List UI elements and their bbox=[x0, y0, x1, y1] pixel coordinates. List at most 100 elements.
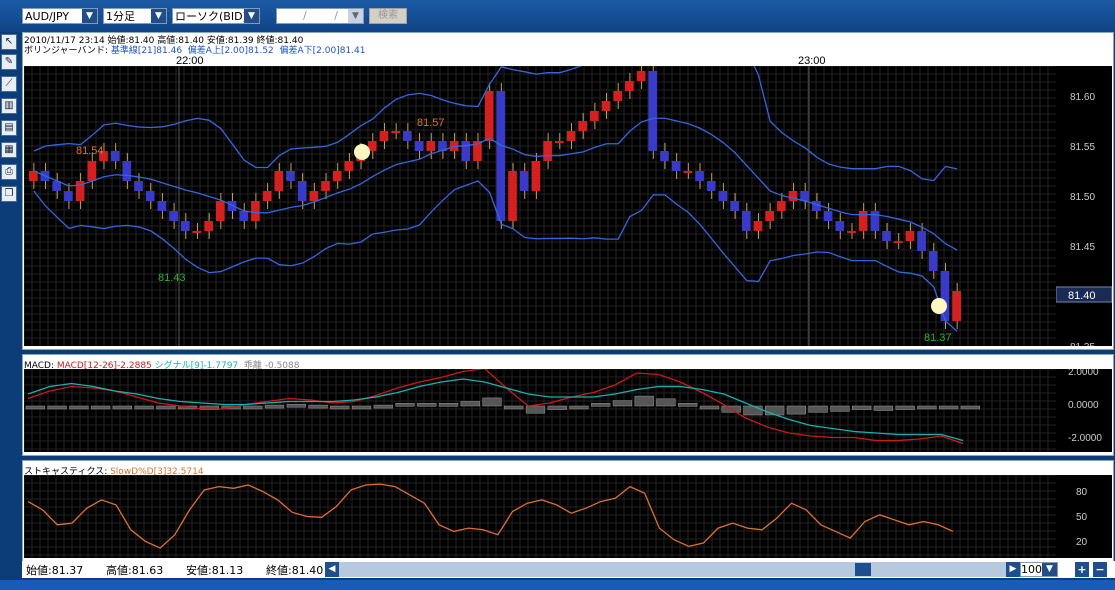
macd-histogram-bar bbox=[656, 398, 676, 407]
candle bbox=[952, 291, 961, 321]
candle bbox=[741, 211, 751, 231]
macd-histogram-bar bbox=[69, 405, 89, 410]
candle bbox=[87, 161, 97, 181]
candle bbox=[403, 131, 412, 141]
candle bbox=[496, 91, 506, 221]
currency-pair-select[interactable]: AUD/JPY ▼ bbox=[22, 8, 98, 24]
currency-pair-value: AUD/JPY bbox=[25, 10, 70, 23]
macd-histogram-bar bbox=[808, 405, 828, 413]
macd-histogram-bar bbox=[308, 404, 328, 409]
candle bbox=[216, 201, 225, 221]
candle bbox=[590, 111, 599, 121]
macd-axis: 2.0000 0.0000 -2.0000 bbox=[1056, 367, 1112, 452]
horizontal-scrollbar[interactable]: ◀ ▶ bbox=[325, 562, 1020, 577]
macd-histogram-bar bbox=[699, 405, 720, 410]
price-tick: 81.35 bbox=[1070, 342, 1095, 346]
zoom-out-icon[interactable]: − bbox=[1093, 562, 1107, 577]
candle bbox=[917, 231, 926, 251]
candle bbox=[332, 171, 342, 181]
scroll-thumb[interactable] bbox=[855, 563, 871, 576]
bollinger-lower: 偏差A下[2.00]81.41 bbox=[279, 46, 366, 56]
macd-histogram-bar bbox=[460, 401, 480, 407]
chevron-down-icon[interactable]: ▼ bbox=[82, 9, 97, 23]
macd-plot[interactable] bbox=[23, 367, 1056, 452]
macd-histogram-bar bbox=[852, 405, 872, 410]
stochastic-line bbox=[27, 483, 954, 549]
scroll-right-icon[interactable]: ▶ bbox=[1006, 562, 1020, 577]
scroll-left-icon[interactable]: ◀ bbox=[325, 562, 339, 577]
price-annotation: 81.54 bbox=[76, 145, 104, 157]
chevron-down-icon[interactable]: ▼ bbox=[151, 9, 166, 23]
macd-histogram-bar bbox=[90, 405, 111, 410]
macd-histogram-bar bbox=[482, 397, 502, 407]
search-button[interactable]: 検索 bbox=[369, 8, 407, 24]
toolbar: AUD/JPY ▼ 1分足 ▼ ローソク(BID) ▼ / / ▼ 検索 bbox=[0, 0, 1115, 32]
stochastic-tick: 50 bbox=[1076, 512, 1088, 523]
macd-histogram-bar bbox=[634, 395, 654, 407]
macd-histogram-bar bbox=[504, 405, 524, 410]
cursor-tool-icon[interactable]: ↖ bbox=[1, 34, 17, 50]
macd-tick: 0.0000 bbox=[1068, 400, 1099, 411]
price-annotation: 81.43 bbox=[158, 272, 186, 284]
candle bbox=[484, 91, 494, 141]
candle bbox=[765, 211, 774, 221]
price-tick: 81.50 bbox=[1070, 192, 1095, 203]
macd-histogram-bar bbox=[960, 405, 980, 410]
print-tool-icon[interactable]: ⎙ bbox=[1, 164, 17, 180]
macd-tick: -2.0000 bbox=[1068, 433, 1102, 444]
date-input[interactable]: / / ▼ bbox=[276, 8, 364, 24]
time-label: 23:00 bbox=[798, 55, 826, 67]
candle bbox=[274, 171, 284, 191]
stochastic-plot[interactable] bbox=[23, 474, 1056, 558]
candle bbox=[379, 131, 389, 141]
zoom-value: 100 bbox=[1021, 563, 1042, 576]
price-plot[interactable]: 81.54 81.57 81.43 81.37 bbox=[23, 29, 1056, 346]
candle-tool-icon[interactable]: ▥ bbox=[1, 98, 17, 114]
chart-tool-icon[interactable]: ▤ bbox=[1, 120, 17, 136]
macd-histogram-bar bbox=[286, 403, 306, 408]
candle bbox=[426, 141, 436, 151]
bollinger-name: ボリンジャーバンド: bbox=[24, 46, 111, 56]
candle bbox=[554, 141, 564, 143]
candle bbox=[122, 161, 132, 181]
timeframe-value: 1分足 bbox=[106, 10, 135, 23]
chart-type-select[interactable]: ローソク(BID) ▼ bbox=[172, 8, 260, 24]
candle bbox=[823, 211, 833, 221]
macd-chart-svg bbox=[23, 367, 1056, 452]
zoom-in-icon[interactable]: + bbox=[1075, 562, 1089, 577]
candle bbox=[893, 241, 903, 243]
macd-histogram-bar bbox=[569, 405, 589, 410]
candle bbox=[905, 231, 915, 241]
candle bbox=[660, 151, 669, 161]
macd-histogram-bar bbox=[47, 405, 67, 410]
macd-axis-svg: 2.0000 0.0000 -2.0000 bbox=[1068, 367, 1102, 444]
candle bbox=[169, 211, 178, 221]
chevron-down-icon[interactable]: ▼ bbox=[244, 9, 259, 23]
candle bbox=[157, 201, 167, 211]
macd-histogram-bar bbox=[873, 405, 894, 411]
chevron-down-icon[interactable]: ▼ bbox=[1042, 563, 1057, 576]
price-chart-svg: 81.54 81.57 81.43 81.37 bbox=[23, 29, 1056, 346]
candle bbox=[940, 271, 950, 321]
candle bbox=[508, 171, 517, 221]
candle bbox=[110, 151, 120, 161]
copy-tool-icon[interactable]: ❐ bbox=[1, 186, 17, 202]
summary-low: 安値:81.13 bbox=[186, 564, 244, 577]
stochastic-tick: 20 bbox=[1076, 537, 1088, 548]
candle bbox=[461, 141, 471, 161]
candle bbox=[566, 131, 576, 141]
pencil-tool-icon[interactable]: ✎ bbox=[1, 54, 17, 70]
timeframe-select[interactable]: 1分足 ▼ bbox=[103, 8, 167, 24]
candle bbox=[835, 221, 845, 231]
macd-histogram-bar bbox=[25, 405, 45, 410]
candle bbox=[286, 171, 295, 181]
macd-histogram-bar bbox=[830, 405, 850, 412]
zoom-select[interactable]: 100 ▼ bbox=[1020, 562, 1058, 577]
trendline-tool-icon[interactable]: ⟋ bbox=[1, 76, 17, 92]
price-annotation: 81.57 bbox=[417, 117, 445, 129]
candle bbox=[134, 181, 143, 191]
candle bbox=[928, 251, 938, 271]
price-axis: 81.6081.5581.5081.4581.4081.3581.40 bbox=[1055, 66, 1113, 353]
indicator-tool-icon[interactable]: ▦ bbox=[1, 142, 17, 158]
calendar-dropdown-icon[interactable]: ▼ bbox=[348, 9, 363, 23]
